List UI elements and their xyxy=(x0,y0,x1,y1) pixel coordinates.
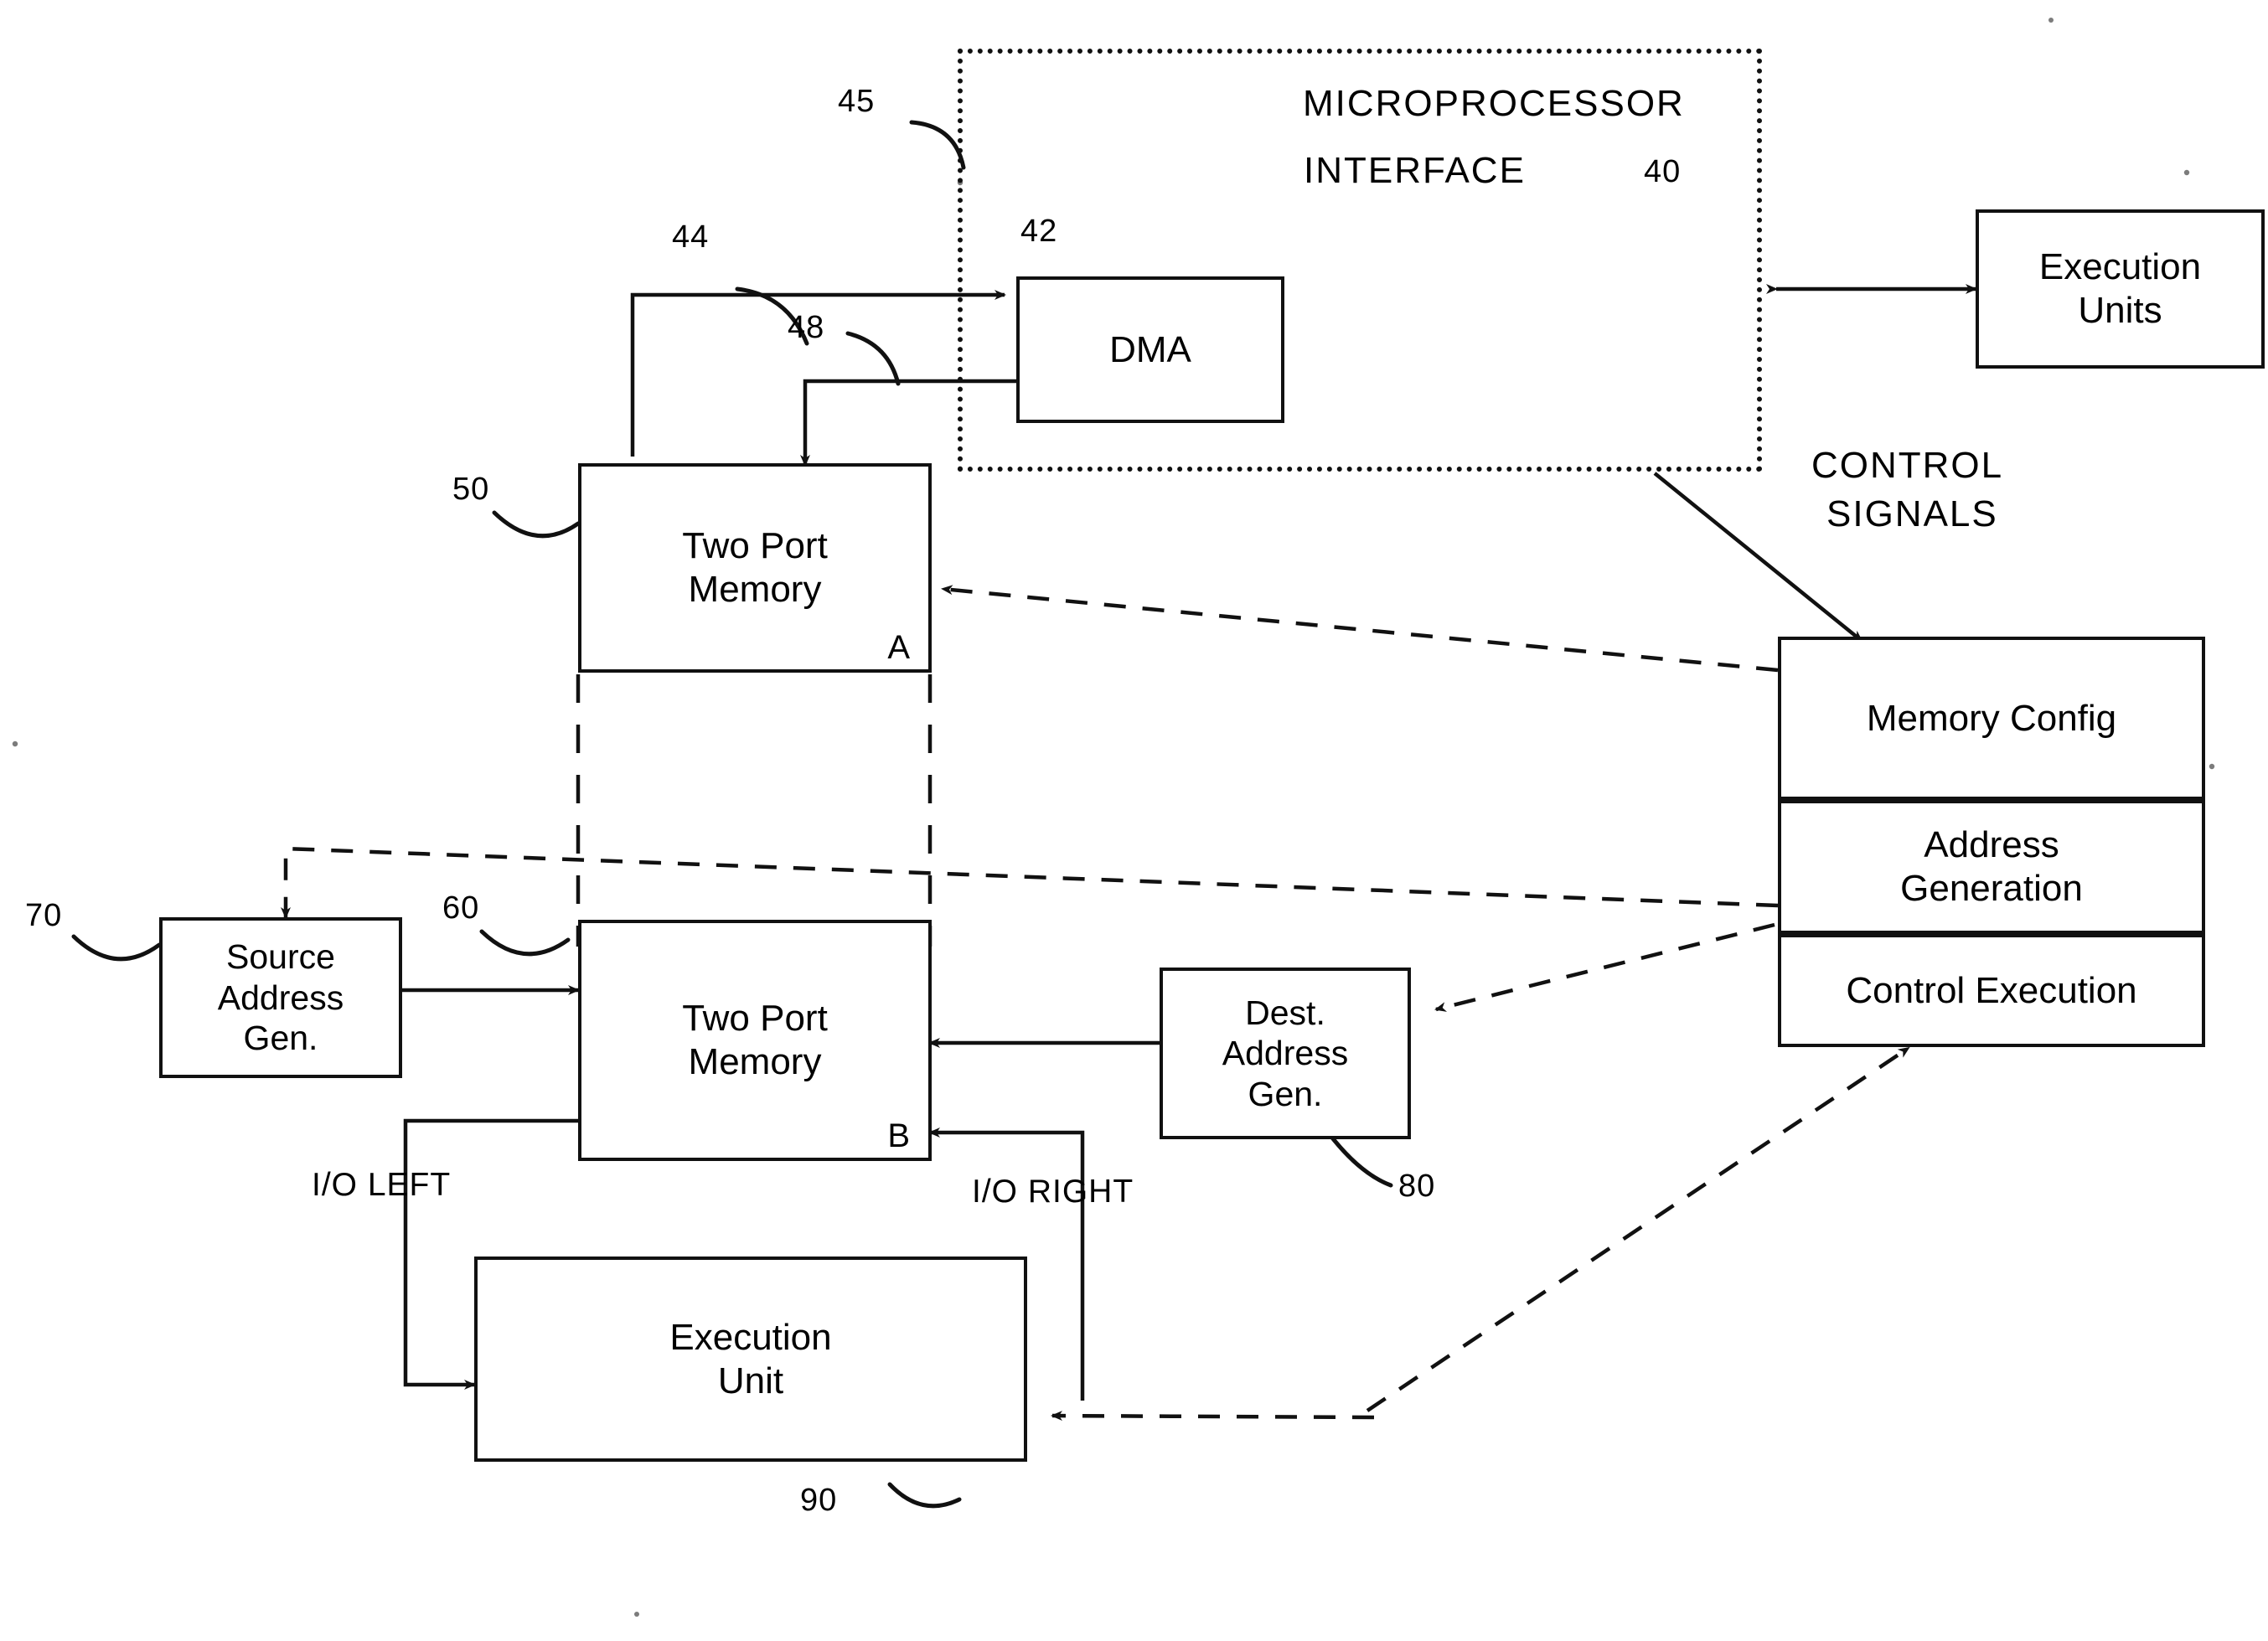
box-tpm-a-line2: Memory xyxy=(688,569,822,610)
ref-number-45: 45 xyxy=(838,84,876,119)
box-address-generation-line1: Address xyxy=(1924,824,2059,866)
box-exec-unit-line1: Execution xyxy=(669,1316,832,1358)
box-execution-units-line1: Execution xyxy=(2038,246,2202,288)
box-tpm-b-port-letter: B xyxy=(887,1117,910,1154)
ref-number-90: 90 xyxy=(800,1483,838,1518)
box-tpm-a-port-letter: A xyxy=(887,628,910,666)
conn-48-dma-to-tpm-a xyxy=(800,379,1016,467)
microprocessor-interface-title-line1: MICROPROCESSOR xyxy=(1303,83,1685,124)
microprocessor-interface-title-line2: INTERFACE xyxy=(1304,150,1526,191)
ref-number-48: 48 xyxy=(788,310,825,345)
conn-addrgen-to-dest-addr xyxy=(1434,922,1775,1012)
control-signals-label-line1: CONTROL xyxy=(1811,445,2004,486)
ref-number-70: 70 xyxy=(25,898,63,933)
ref-number-44: 44 xyxy=(672,219,710,255)
control-signals-label-line2: SIGNALS xyxy=(1826,493,1998,534)
box-tpm-b-line2: Memory xyxy=(688,1041,822,1082)
box-address-generation[interactable]: Address Generation xyxy=(1778,800,2205,934)
box-tpm-b-line1: Two Port xyxy=(682,998,828,1040)
box-two-port-memory-a[interactable]: Two Port Memory A xyxy=(578,463,932,673)
box-control-execution[interactable]: Control Execution xyxy=(1778,934,2205,1047)
box-execution-units-line2: Units xyxy=(2078,290,2162,331)
box-src-addr-line3: Gen. xyxy=(243,1019,318,1058)
leader-60 xyxy=(479,929,571,957)
box-src-addr-line1: Source xyxy=(226,937,335,977)
ref-number-60: 60 xyxy=(442,890,480,926)
box-source-address-gen[interactable]: Source Address Gen. xyxy=(159,917,402,1078)
leader-50 xyxy=(492,510,581,539)
box-memory-config-label: Memory Config xyxy=(1866,697,2117,739)
io-right-label: I/O RIGHT xyxy=(972,1174,1134,1210)
box-execution-units[interactable]: Execution Units xyxy=(1976,209,2265,369)
ref-number-50: 50 xyxy=(452,472,490,507)
box-dma[interactable]: DMA xyxy=(1016,276,1284,423)
box-dest-address-gen[interactable]: Dest. Address Gen. xyxy=(1160,968,1411,1139)
box-memory-config[interactable]: Memory Config xyxy=(1778,637,2205,800)
conn-exec-unit-to-ctrl-exec xyxy=(1366,1046,1910,1412)
box-two-port-memory-b[interactable]: Two Port Memory B xyxy=(578,920,932,1161)
conn-ctrl-exec-to-exec-unit xyxy=(1051,1411,1375,1422)
conn-memconfig-to-tpm-a xyxy=(941,585,1779,673)
box-exec-unit-line2: Unit xyxy=(717,1360,784,1401)
box-execution-unit[interactable]: Execution Unit xyxy=(474,1257,1027,1462)
box-dest-addr-line3: Gen. xyxy=(1248,1074,1323,1113)
box-address-generation-line2: Generation xyxy=(1900,868,2083,909)
conn-addrgen-to-src-addr xyxy=(281,846,1779,919)
box-tpm-a-line1: Two Port xyxy=(682,525,828,567)
ref-number-80: 80 xyxy=(1398,1169,1436,1204)
leader-90 xyxy=(887,1482,962,1509)
box-control-execution-label: Control Execution xyxy=(1846,969,2137,1011)
leader-70 xyxy=(71,934,162,962)
box-dest-addr-line2: Address xyxy=(1222,1034,1349,1073)
box-dma-label: DMA xyxy=(1109,328,1191,370)
leader-48 xyxy=(845,331,901,386)
ref-number-40: 40 xyxy=(1644,154,1682,189)
leader-45 xyxy=(909,120,966,170)
diagram-canvas: MICROPROCESSOR INTERFACE 40 45 DMA 42 44… xyxy=(0,0,2268,1641)
ref-number-42: 42 xyxy=(1020,214,1058,249)
io-left-label: I/O LEFT xyxy=(312,1167,452,1203)
box-dest-addr-line1: Dest. xyxy=(1245,993,1325,1032)
box-src-addr-line2: Address xyxy=(217,978,344,1017)
